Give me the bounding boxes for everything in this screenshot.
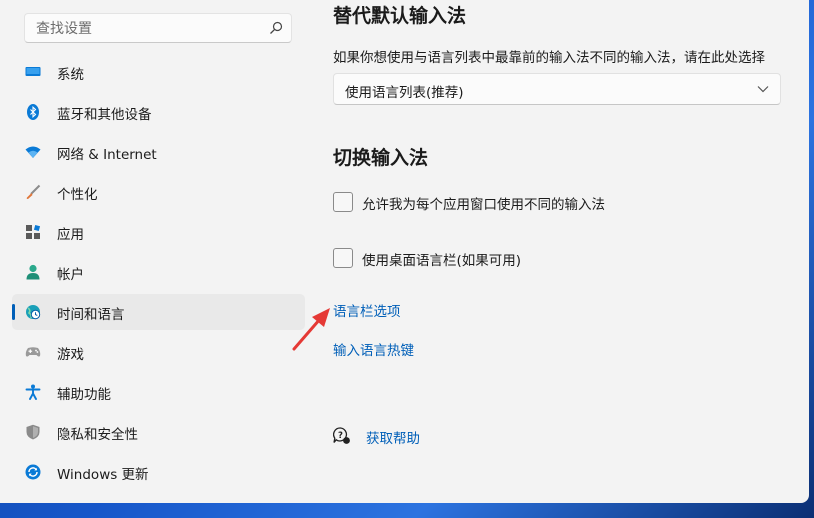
system-display-icon <box>25 67 41 76</box>
sidebar-item-label: 蓝牙和其他设备 <box>57 107 152 123</box>
chevron-down-icon <box>757 86 769 93</box>
per-app-input-checkbox[interactable] <box>333 192 353 212</box>
shield-icon <box>26 424 40 440</box>
sidebar-item-accessibility[interactable]: 辅助功能 <box>12 374 305 410</box>
sidebar-item-label: 网络 & Internet <box>57 147 157 163</box>
sidebar-item-personalization[interactable]: 个性化 <box>12 174 305 210</box>
wifi-icon <box>25 146 41 158</box>
svg-text:?: ? <box>338 431 343 441</box>
sidebar-item-label: 应用 <box>57 227 84 243</box>
sidebar-nav: 系统 蓝牙和其他设备 网络 & Internet 个性化 应用 帐户 时间和语言… <box>12 54 305 494</box>
sidebar-item-label: 辅助功能 <box>57 387 111 403</box>
annotation-arrow <box>292 308 330 351</box>
sidebar-item-label: 隐私和安全性 <box>57 427 138 443</box>
sidebar-item-system[interactable]: 系统 <box>12 54 305 90</box>
brush-icon <box>26 184 41 199</box>
help-chat-icon: ? <box>333 427 350 444</box>
search-icon[interactable] <box>269 21 283 35</box>
section-title-override-input: 替代默认输入法 <box>333 5 467 27</box>
input-method-select[interactable]: 使用语言列表(推荐) <box>333 73 781 105</box>
accessibility-icon <box>25 384 41 400</box>
apps-icon <box>26 224 41 239</box>
language-bar-options-link[interactable]: 语言栏选项 <box>333 300 401 320</box>
input-language-hotkeys-link[interactable]: 输入语言热键 <box>333 339 414 359</box>
search-input[interactable] <box>25 14 268 44</box>
get-help-link[interactable]: 获取帮助 <box>366 427 420 447</box>
sidebar-item-time-language[interactable]: 时间和语言 <box>12 294 305 330</box>
sidebar-item-label: 时间和语言 <box>57 307 125 323</box>
sidebar-item-label: 系统 <box>57 67 84 83</box>
sidebar-item-apps[interactable]: 应用 <box>12 214 305 250</box>
sidebar-item-label: 游戏 <box>57 347 84 363</box>
search-box[interactable] <box>24 13 292 44</box>
sidebar-item-label: 帐户 <box>57 267 84 283</box>
checkbox-label: 使用桌面语言栏(如果可用) <box>362 253 522 269</box>
sidebar-item-gaming[interactable]: 游戏 <box>12 334 305 370</box>
windows-update-icon <box>25 464 41 480</box>
sidebar-item-accounts[interactable]: 帐户 <box>12 254 305 290</box>
section-title-switch-input: 切换输入法 <box>333 147 429 169</box>
settings-window: 系统 蓝牙和其他设备 网络 & Internet 个性化 <box>0 0 809 503</box>
globe-clock-icon <box>26 305 41 320</box>
checkbox-label: 允许我为每个应用窗口使用不同的输入法 <box>362 197 605 213</box>
sidebar-item-bluetooth[interactable]: 蓝牙和其他设备 <box>12 94 305 130</box>
select-value: 使用语言列表(推荐) <box>345 85 464 101</box>
bluetooth-icon <box>27 104 39 120</box>
sidebar-item-label: Windows 更新 <box>57 467 149 483</box>
sidebar-item-windows-update[interactable]: Windows 更新 <box>12 454 305 490</box>
sidebar-item-privacy[interactable]: 隐私和安全性 <box>12 414 305 450</box>
sidebar-item-label: 个性化 <box>57 187 98 203</box>
person-icon <box>26 264 40 280</box>
desktop-langbar-checkbox[interactable] <box>333 248 353 268</box>
sidebar-item-network[interactable]: 网络 & Internet <box>12 134 305 170</box>
override-description: 如果你想使用与语言列表中最靠前的输入法不同的输入法，请在此处选择 <box>333 50 765 66</box>
gamepad-icon <box>25 347 41 357</box>
